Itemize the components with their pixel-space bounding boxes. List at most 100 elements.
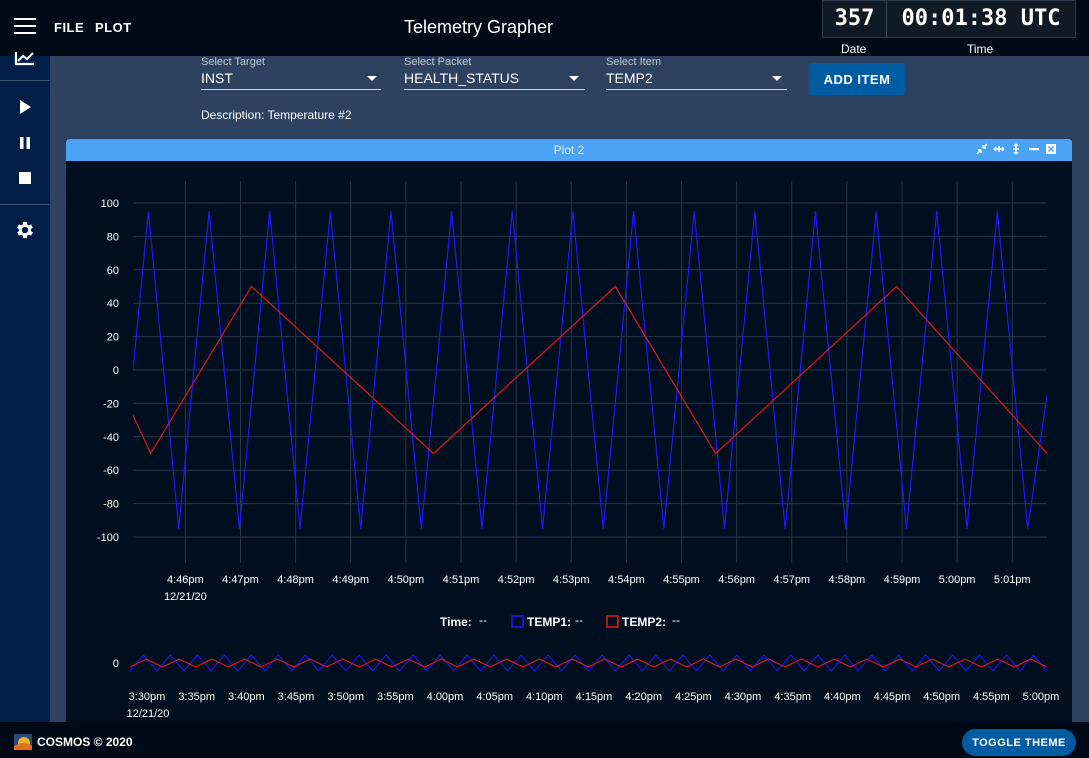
- legend-temp2-swatch: [606, 615, 619, 628]
- overview-x-tick: 3:40pm: [228, 691, 265, 703]
- date-label: Date: [841, 42, 867, 56]
- y-tick-label: 0: [113, 365, 119, 377]
- clock-display: 357 00:01:38 UTC: [822, 0, 1076, 38]
- x-tick-label: 4:55pm: [663, 574, 700, 586]
- overview-x-tick: 4:40pm: [824, 691, 861, 703]
- chevron-down-icon: [569, 76, 579, 81]
- x-tick-label: 4:58pm: [829, 574, 866, 586]
- x-tick-label: 4:47pm: [222, 574, 259, 586]
- top-app-bar: FILE PLOT Telemetry Grapher 357 00:01:38…: [0, 0, 1089, 56]
- y-tick-label: -80: [103, 499, 119, 511]
- time-label: Time: [967, 42, 994, 56]
- chart-legend: Time: -- TEMP1: -- TEMP2: --: [440, 613, 680, 629]
- x-tick-label: 4:53pm: [553, 574, 590, 586]
- y-tick-label: 100: [101, 198, 119, 210]
- hamburger-menu-icon[interactable]: [14, 18, 36, 36]
- legend-temp1-value: --: [575, 613, 583, 627]
- x-tick-label: 4:52pm: [498, 574, 535, 586]
- plot-header[interactable]: Plot 2: [66, 139, 1072, 161]
- minimize-icon[interactable]: [1028, 143, 1040, 155]
- overview-x-tick: 4:30pm: [725, 691, 762, 703]
- settings-icon[interactable]: [14, 219, 36, 241]
- select-item-label: Select Item: [606, 56, 662, 68]
- x-tick-label: 4:46pm: [167, 574, 204, 586]
- y-tick-label: -60: [103, 465, 119, 477]
- item-description: Description: Temperature #2: [201, 108, 352, 122]
- expand-width-icon[interactable]: [993, 143, 1005, 155]
- x-tick-label: 4:48pm: [277, 574, 314, 586]
- legend-time-label: Time:: [440, 615, 472, 629]
- overview-x-tick: 3:55pm: [377, 691, 414, 703]
- legend-temp2-label: TEMP2:: [622, 615, 666, 629]
- overview-temp2-line: [129, 658, 1048, 668]
- y-tick-label: 40: [107, 298, 119, 310]
- overview-x-tick: 4:35pm: [774, 691, 811, 703]
- select-target-label: Select Target: [201, 56, 266, 68]
- clock-day: 357: [823, 1, 887, 37]
- y-tick-label: -100: [97, 532, 119, 544]
- overview-x-tick: 3:35pm: [178, 691, 215, 703]
- select-target[interactable]: Select Target INST: [201, 56, 381, 90]
- chart-icon[interactable]: [14, 50, 36, 72]
- plot-title: Plot 2: [553, 143, 585, 157]
- clock-time: 00:01:38 UTC: [901, 6, 1061, 31]
- overview-x-tick: 4:15pm: [576, 691, 613, 703]
- overview-x-tick: 4:55pm: [973, 691, 1010, 703]
- file-menu[interactable]: FILE: [54, 20, 84, 35]
- y-tick-label: 20: [107, 332, 119, 344]
- overview-x-tick: 4:05pm: [476, 691, 513, 703]
- footer: COSMOS © 2020 TOGGLE THEME: [0, 722, 1089, 758]
- y-tick-label: 60: [107, 265, 119, 277]
- overview-x-tick: 3:45pm: [278, 691, 315, 703]
- overview-x-tick: 4:25pm: [675, 691, 712, 703]
- y-tick-label: -20: [103, 398, 119, 410]
- legend-temp2-value: --: [672, 613, 680, 627]
- x-tick-label: 4:51pm: [443, 574, 480, 586]
- x-tick-label: 4:50pm: [388, 574, 425, 586]
- legend-temp1-swatch: [511, 615, 524, 628]
- overview-temp1-line: [129, 654, 1048, 672]
- overview-x-tick: 4:20pm: [625, 691, 662, 703]
- stop-icon[interactable]: [14, 167, 36, 189]
- select-packet-value: HEALTH_STATUS: [404, 70, 520, 86]
- overview-date-label: 12/21/20: [127, 708, 170, 720]
- x-tick-label: 5:00pm: [939, 574, 976, 586]
- x-tick-label: 4:59pm: [884, 574, 921, 586]
- play-icon[interactable]: [14, 96, 36, 118]
- plot-card: Plot 2 100 80 60 40 20 0 -20 -40 -60 -80 -100 4:46…: [66, 139, 1072, 722]
- overview-y-tick: 0: [113, 658, 119, 670]
- x-tick-label: 4:56pm: [718, 574, 755, 586]
- x-date-label: 12/21/20: [164, 591, 207, 603]
- pause-icon[interactable]: [14, 132, 36, 154]
- y-tick-label: 80: [107, 231, 119, 243]
- close-icon[interactable]: [1045, 143, 1057, 155]
- overview-x-tick: 4:10pm: [526, 691, 563, 703]
- overview-x-tick: 3:30pm: [129, 691, 166, 703]
- select-packet[interactable]: Select Packet HEALTH_STATUS: [404, 56, 585, 90]
- app-title: Telemetry Grapher: [404, 17, 554, 37]
- select-target-value: INST: [201, 70, 233, 86]
- chevron-down-icon: [772, 76, 782, 81]
- y-tick-label: -40: [103, 432, 119, 444]
- x-tick-label: 5:01pm: [994, 574, 1031, 586]
- chevron-down-icon: [367, 76, 377, 81]
- x-tick-label: 4:57pm: [773, 574, 810, 586]
- overview-x-tick: 5:00pm: [1023, 691, 1060, 703]
- overview-x-tick: 4:50pm: [923, 691, 960, 703]
- collapse-icon[interactable]: [976, 143, 988, 155]
- plot-menu[interactable]: PLOT: [95, 20, 132, 35]
- overview-x-tick: 4:00pm: [427, 691, 464, 703]
- add-item-button[interactable]: ADD ITEM: [809, 63, 905, 95]
- footer-copyright: COSMOS © 2020: [37, 735, 133, 749]
- telemetry-chart[interactable]: 100 80 60 40 20 0 -20 -40 -60 -80 -100 4:46pm 4:47p…: [66, 161, 1072, 722]
- expand-height-icon[interactable]: [1010, 143, 1022, 155]
- select-item[interactable]: Select Item TEMP2: [606, 56, 787, 90]
- legend-temp1-label: TEMP1:: [527, 615, 571, 629]
- legend-time-value: --: [479, 613, 487, 627]
- toggle-theme-button[interactable]: TOGGLE THEME: [962, 729, 1076, 756]
- overview-x-tick: 3:50pm: [327, 691, 364, 703]
- select-item-value: TEMP2: [606, 70, 653, 86]
- overview-strip[interactable]: 0 3:30pm 3:35pm 3:40pm 3:45pm 3:50pm 3:55pm 4:0…: [113, 654, 1060, 720]
- x-tick-label: 4:54pm: [608, 574, 645, 586]
- cosmos-logo-icon: [14, 734, 32, 750]
